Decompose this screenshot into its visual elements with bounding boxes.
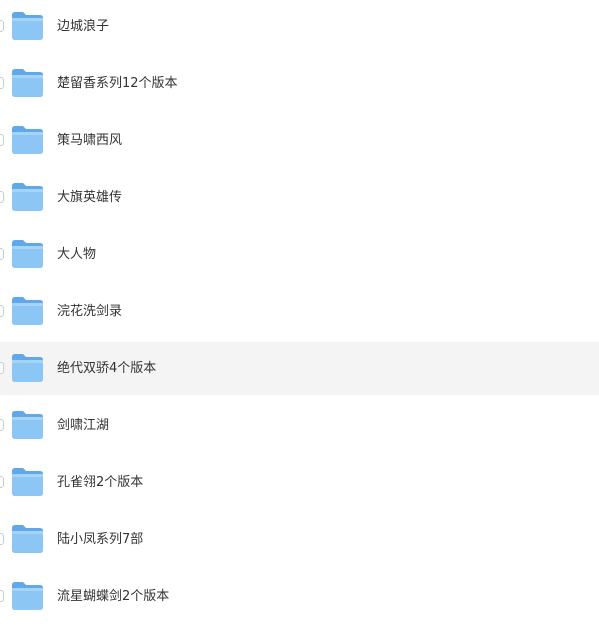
folder-name[interactable]: 流星蝴蝶剑2个版本 (57, 570, 169, 623)
row-checkbox[interactable] (0, 191, 4, 203)
folder-icon (11, 66, 44, 99)
folder-row[interactable]: 陆小凤系列7部 (0, 513, 599, 566)
folder-icon (11, 237, 44, 270)
folder-row[interactable]: 楚留香系列12个版本 (0, 57, 599, 110)
folder-name[interactable]: 楚留香系列12个版本 (57, 57, 178, 110)
folder-row[interactable]: 边城浪子 (0, 0, 599, 53)
folder-name[interactable]: 大人物 (57, 228, 96, 281)
folder-name[interactable]: 策马啸西风 (57, 114, 122, 167)
folder-row[interactable]: 策马啸西风 (0, 114, 599, 167)
folder-icon (11, 465, 44, 498)
row-checkbox[interactable] (0, 134, 4, 146)
folder-name[interactable]: 边城浪子 (57, 0, 109, 53)
folder-icon (11, 123, 44, 156)
folder-row[interactable]: 大旗英雄传 (0, 171, 599, 224)
folder-name[interactable]: 陆小凤系列7部 (57, 513, 143, 566)
folder-row[interactable]: 流星蝴蝶剑2个版本 (0, 570, 599, 623)
row-checkbox[interactable] (0, 77, 4, 89)
file-list: 边城浪子 楚留香系列12个版本 策马啸西风 大旗英雄传大人物浣花洗剑录 绝代双骄4个版本… (0, 0, 599, 640)
folder-icon (11, 351, 44, 384)
folder-row[interactable]: 孔雀翎2个版本 (0, 456, 599, 509)
row-checkbox[interactable] (0, 248, 4, 260)
folder-name[interactable]: 孔雀翎2个版本 (57, 456, 143, 509)
row-checkbox[interactable] (0, 590, 4, 602)
row-checkbox[interactable] (0, 533, 4, 545)
row-checkbox[interactable] (0, 20, 4, 32)
row-checkbox[interactable] (0, 476, 4, 488)
folder-name[interactable]: 大旗英雄传 (57, 171, 122, 224)
folder-icon (11, 579, 44, 612)
folder-icon (11, 9, 44, 42)
folder-name[interactable]: 绝代双骄4个版本 (57, 342, 156, 395)
folder-icon (11, 180, 44, 213)
folder-row[interactable]: 绝代双骄4个版本 (0, 342, 599, 395)
row-checkbox[interactable] (0, 419, 4, 431)
folder-row[interactable]: 大人物 (0, 228, 599, 281)
folder-icon (11, 522, 44, 555)
folder-row[interactable]: 剑啸江湖 (0, 399, 599, 452)
folder-name[interactable]: 浣花洗剑录 (57, 285, 122, 338)
folder-icon (11, 294, 44, 327)
folder-icon (11, 408, 44, 441)
folder-row[interactable]: 浣花洗剑录 (0, 285, 599, 338)
folder-name[interactable]: 剑啸江湖 (57, 399, 109, 452)
row-checkbox[interactable] (0, 362, 4, 374)
row-checkbox[interactable] (0, 305, 4, 317)
